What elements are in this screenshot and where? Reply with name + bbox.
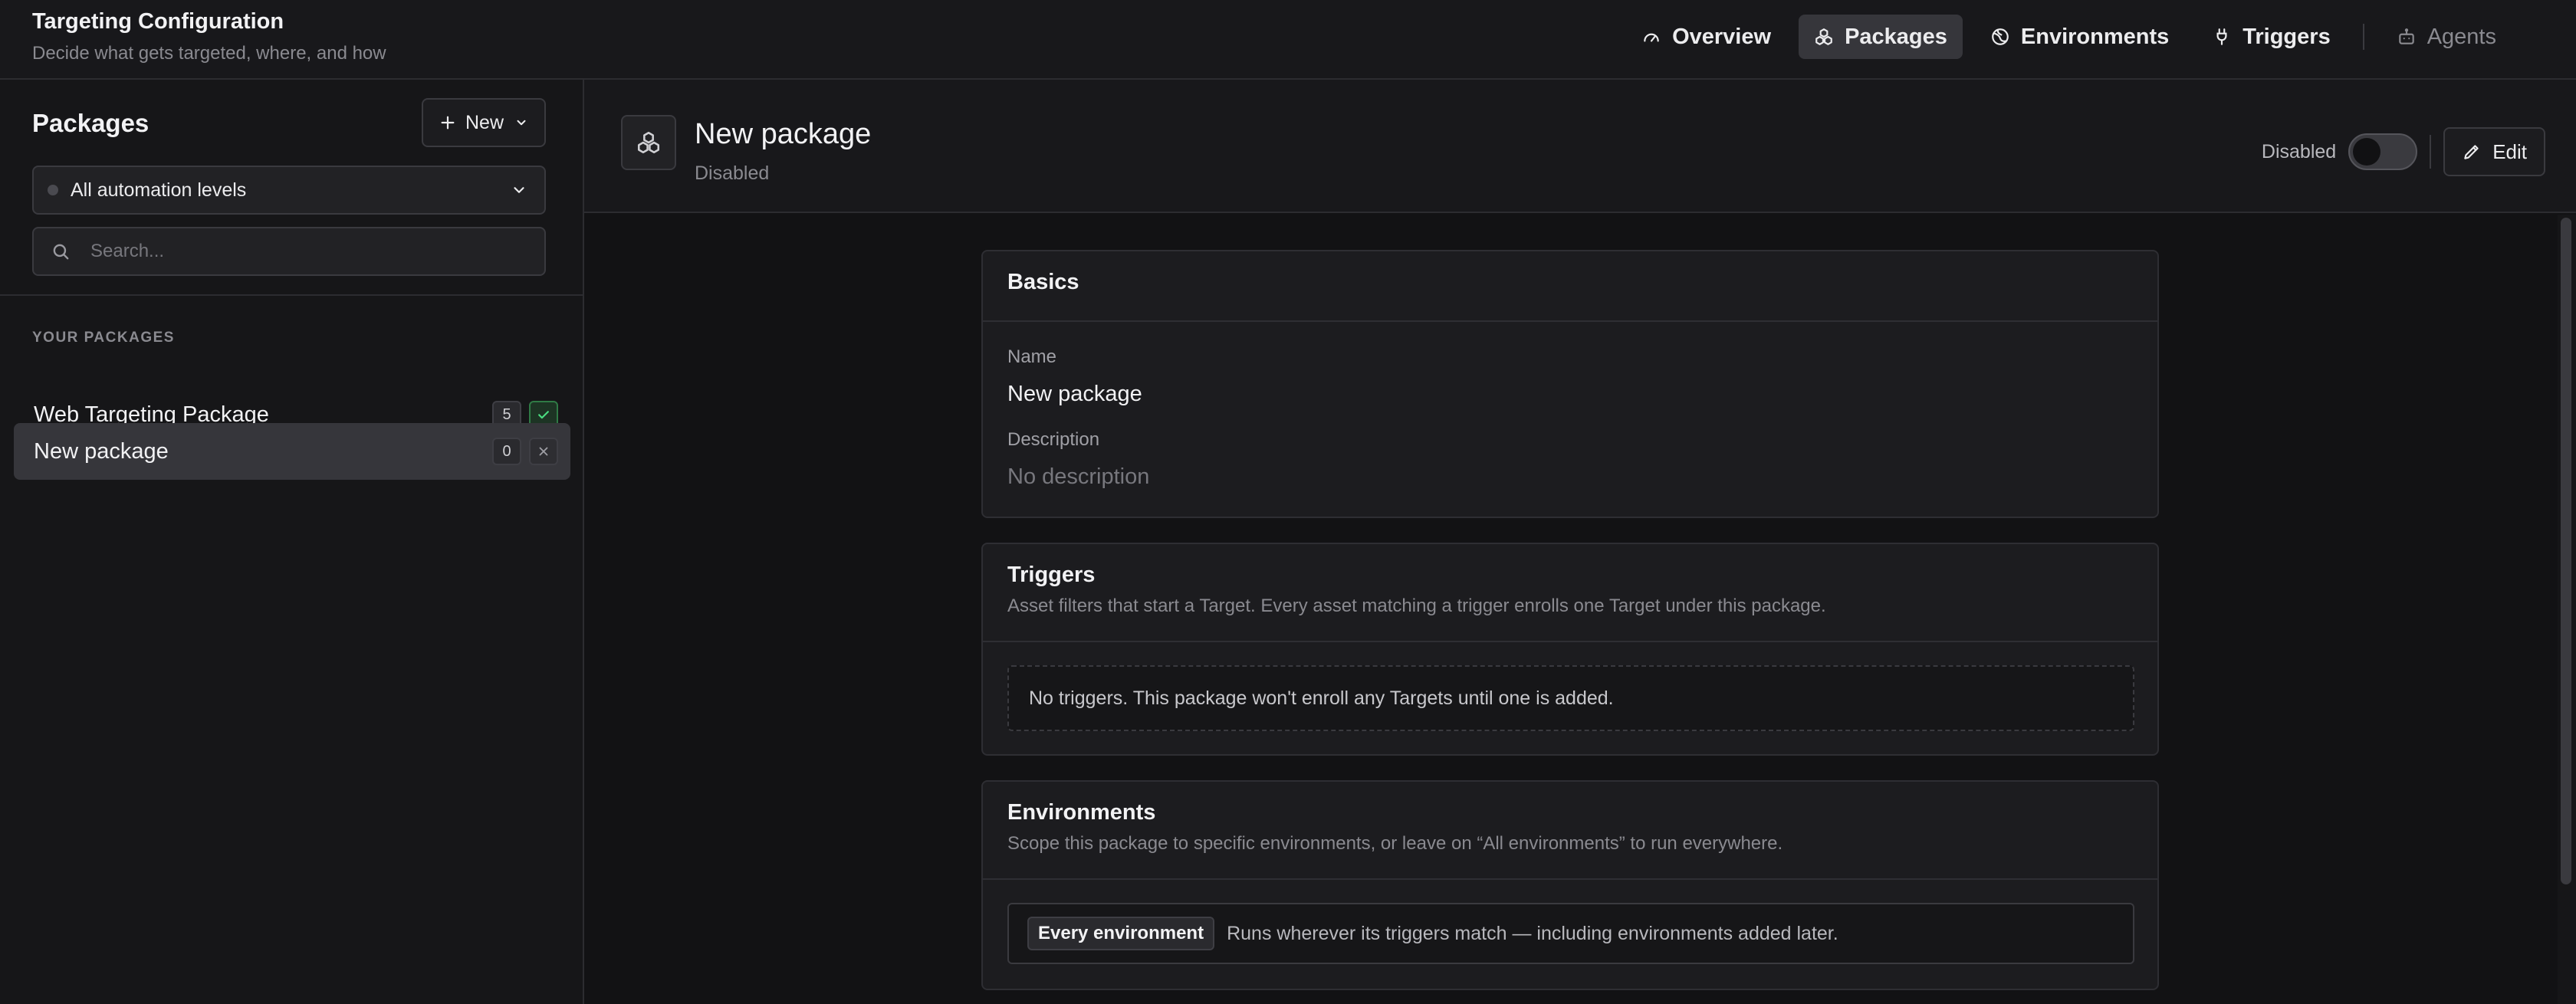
nav-triggers-label: Triggers	[2242, 24, 2331, 49]
description-label: Description	[1007, 429, 1100, 450]
search-input[interactable]	[90, 241, 527, 262]
triggers-card-header: Triggers Asset filters that start a Targ…	[983, 544, 2157, 642]
globe-icon	[1990, 27, 2021, 47]
nav-agents-label: Agents	[2426, 24, 2496, 49]
nav-packages-label: Packages	[1845, 24, 1947, 49]
package-header: New package Disabled Disabled Edit	[584, 80, 2576, 213]
triggers-title: Triggers	[1007, 563, 1096, 587]
name-value: New package	[1007, 382, 1142, 406]
plug-icon	[2212, 27, 2242, 47]
pencil-icon	[2462, 142, 2492, 162]
scrollbar-thumb[interactable]	[2561, 218, 2571, 884]
x-icon	[529, 438, 558, 465]
nav-overview[interactable]: Overview	[1626, 15, 1786, 59]
chevron-down-icon	[514, 116, 528, 130]
status-dot-icon	[48, 185, 58, 195]
search-box	[32, 227, 546, 276]
automation-level-select[interactable]: All automation levels	[32, 166, 546, 215]
nav-overview-label: Overview	[1672, 24, 1772, 49]
top-bar: Targeting Configuration Decide what gets…	[0, 0, 2576, 80]
basics-title: Basics	[1007, 270, 1079, 294]
new-package-button[interactable]: New	[422, 98, 546, 147]
environment-scope-description: Runs wherever its triggers match — inclu…	[1227, 922, 1838, 944]
enable-toggle[interactable]	[2348, 133, 2418, 170]
packages-icon	[621, 115, 676, 170]
environments-card-header: Environments Scope this package to speci…	[983, 782, 2157, 880]
package-name: New package	[34, 438, 169, 464]
section-label: YOUR PACKAGES	[32, 330, 175, 346]
name-label: Name	[1007, 346, 1057, 367]
package-item-new-package[interactable]: New package 0	[14, 423, 570, 480]
header-actions: Disabled Edit	[2262, 127, 2545, 176]
nav-environments-label: Environments	[2020, 24, 2170, 49]
every-environment-badge: Every environment	[1027, 917, 1215, 950]
environments-card: Environments Scope this package to speci…	[981, 780, 2159, 990]
chevron-down-icon	[511, 182, 527, 199]
triggers-card: Triggers Asset filters that start a Targ…	[981, 543, 2159, 756]
basics-card: Basics Name New package Description No d…	[981, 250, 2159, 518]
basics-card-header: Basics	[983, 251, 2157, 322]
nav-triggers[interactable]: Triggers	[2196, 15, 2345, 59]
plus-icon	[439, 114, 456, 131]
toggle-label: Disabled	[2261, 140, 2337, 162]
main-nav: Overview Packages Environments Triggers …	[1614, 14, 2512, 60]
toggle-knob	[2353, 138, 2381, 166]
nav-environments[interactable]: Environments	[1975, 15, 2184, 59]
package-status: Disabled	[695, 162, 770, 184]
header-divider	[2430, 135, 2432, 169]
description-value: No description	[1007, 464, 1150, 489]
nav-divider	[2362, 24, 2364, 50]
gauge-icon	[1641, 27, 1672, 47]
new-button-label: New	[465, 111, 504, 133]
package-title: New package	[695, 118, 872, 150]
environment-scope: Every environment Runs wherever its trig…	[1007, 903, 2134, 964]
nav-packages[interactable]: Packages	[1799, 15, 1963, 59]
package-count-badge: 0	[492, 438, 521, 465]
environments-description: Scope this package to specific environme…	[1007, 833, 1783, 854]
edit-button[interactable]: Edit	[2443, 127, 2545, 176]
sidebar-divider	[0, 294, 583, 296]
automation-level-value: All automation levels	[71, 179, 247, 201]
triggers-empty-state: No triggers. This package won't enroll a…	[1007, 665, 2134, 731]
nav-agents[interactable]: Agents	[2381, 15, 2512, 59]
environments-title: Environments	[1007, 800, 1156, 825]
app-title: Targeting Configuration	[32, 9, 284, 34]
sidebar-title: Packages	[32, 109, 150, 137]
search-icon	[51, 241, 71, 261]
robot-icon	[2397, 27, 2427, 47]
sidebar: Packages New All automation levels Searc…	[0, 80, 584, 1004]
edit-button-label: Edit	[2492, 139, 2527, 163]
app-subtitle: Decide what gets targeted, where, and ho…	[32, 43, 386, 64]
triggers-description: Asset filters that start a Target. Every…	[1007, 596, 1826, 616]
packages-icon	[1814, 27, 1845, 47]
